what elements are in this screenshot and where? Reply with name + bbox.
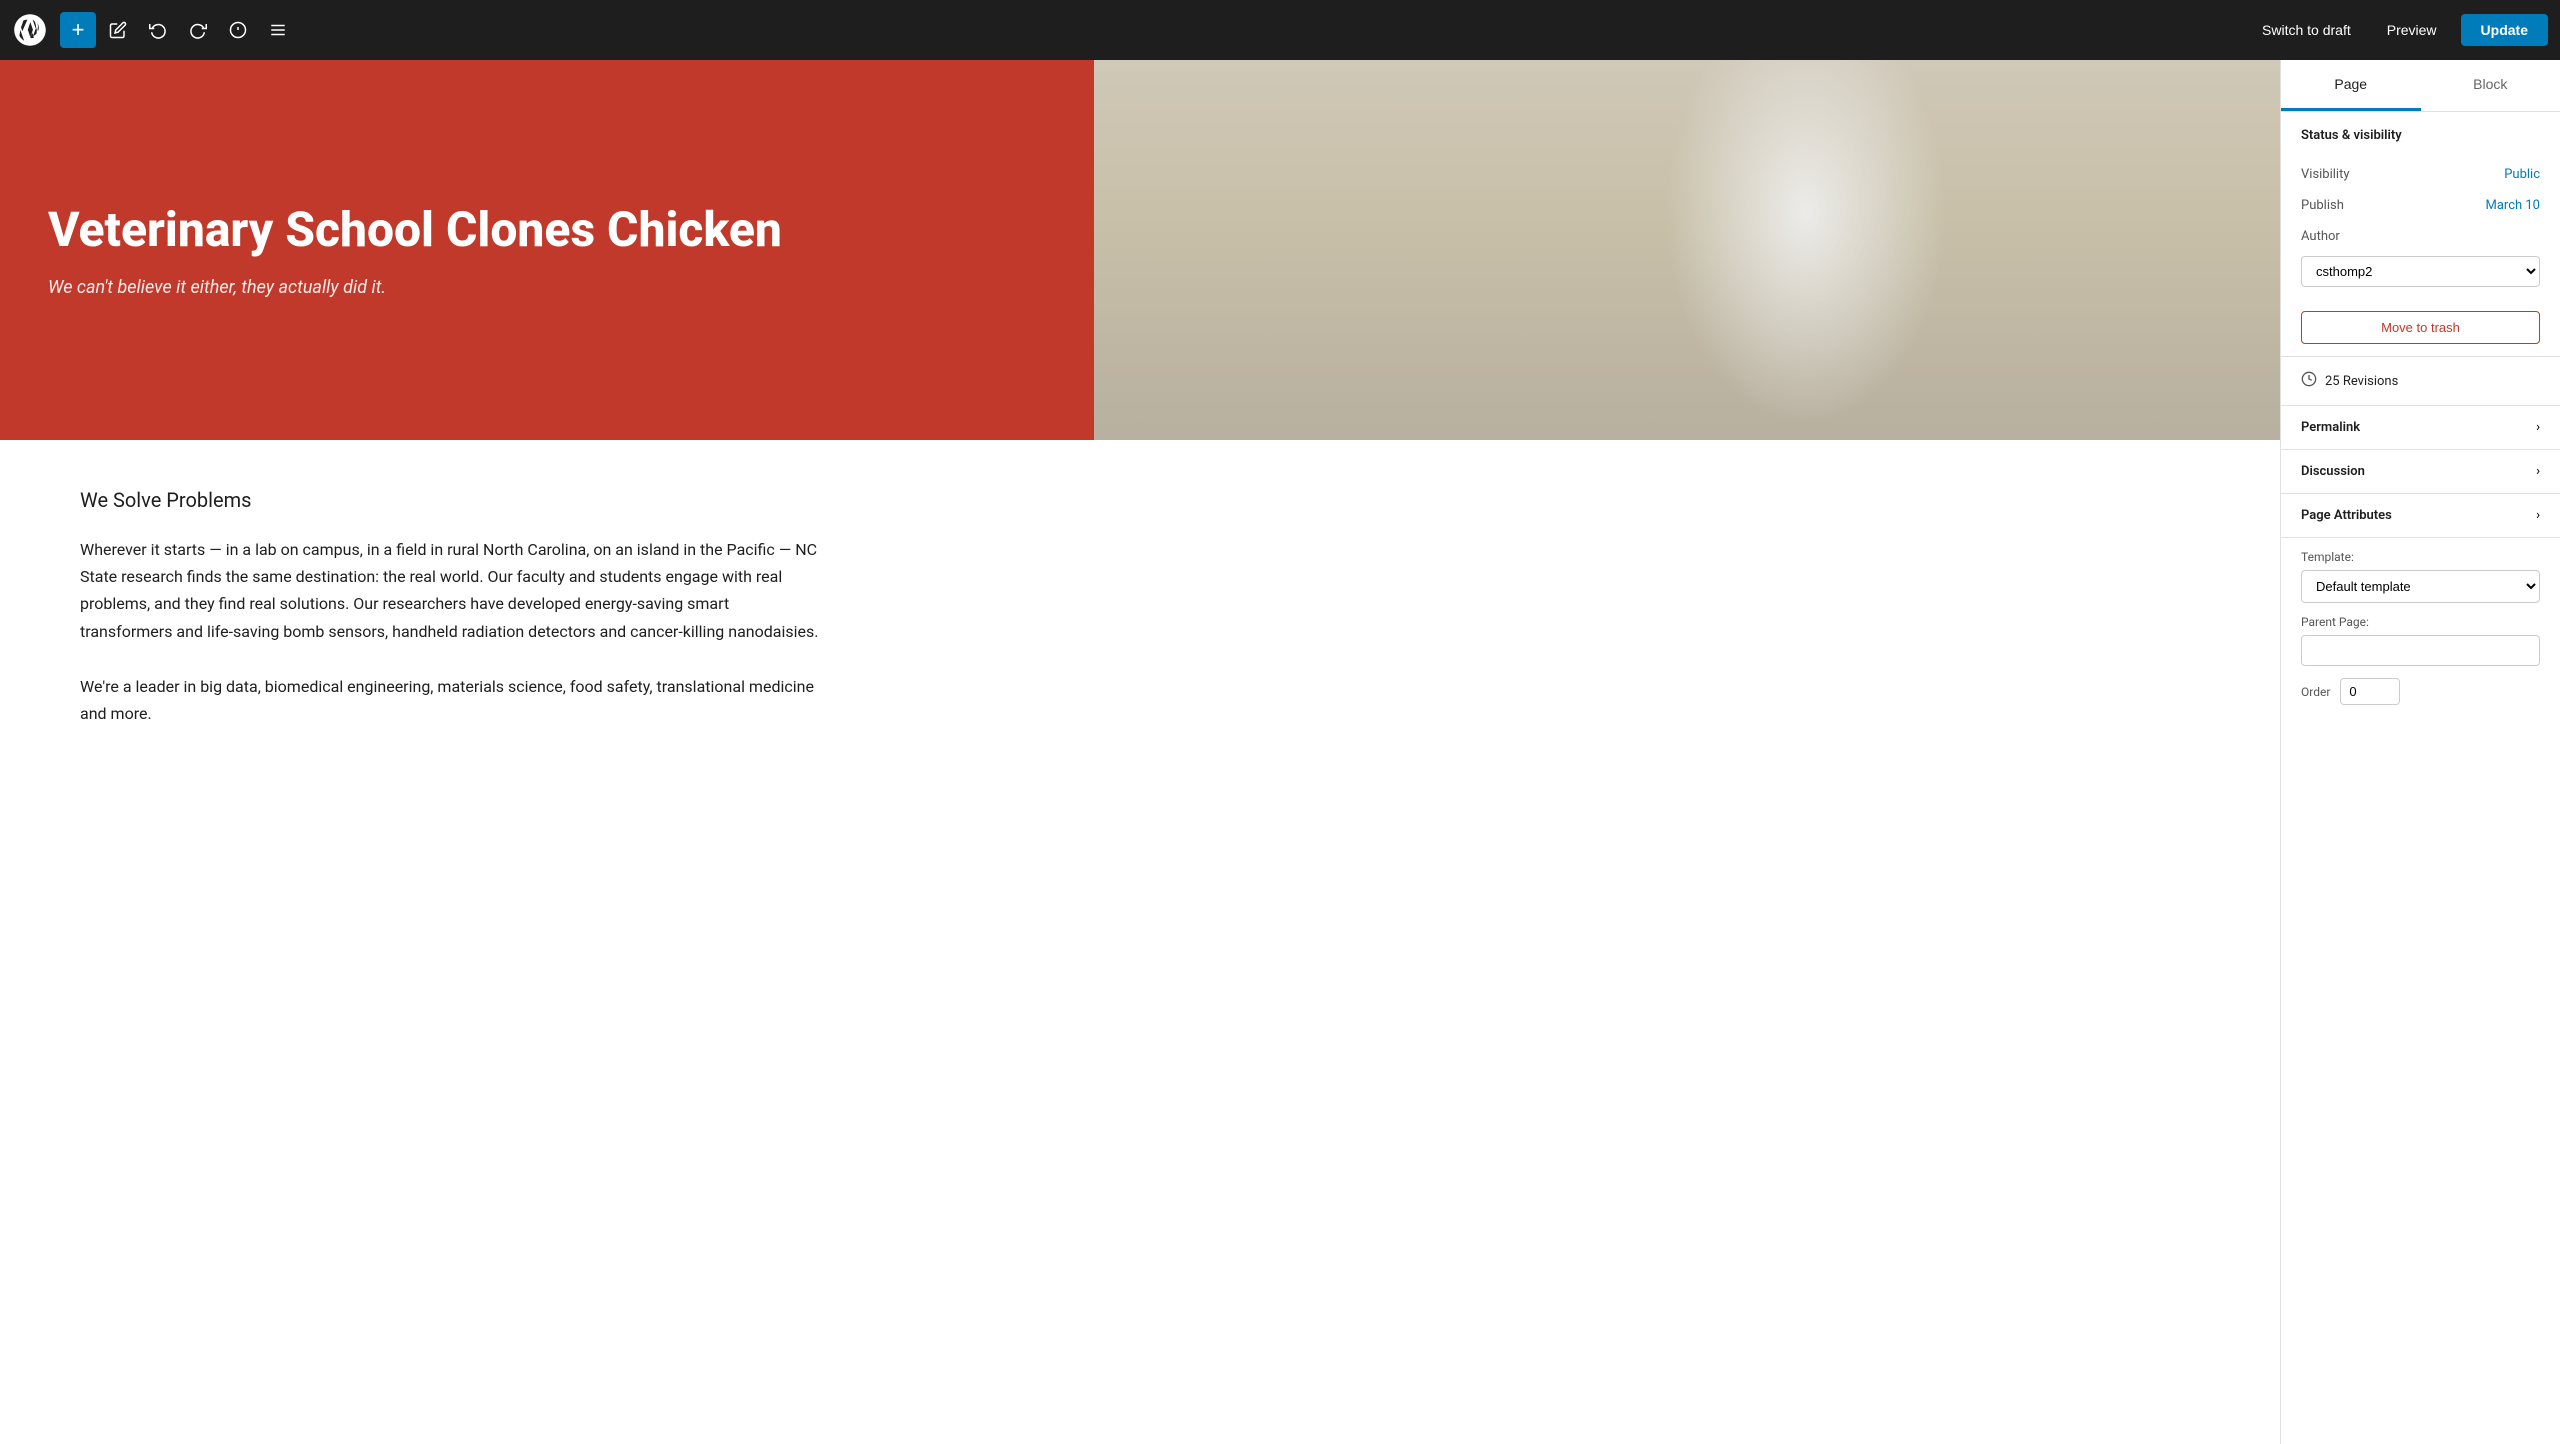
permalink-label: Permalink — [2301, 420, 2360, 435]
revisions-icon — [2301, 371, 2317, 391]
hero-subtitle: We can't believe it either, they actuall… — [48, 277, 1046, 298]
page-attributes-chevron: › — [2536, 508, 2540, 523]
revisions-label: 25 Revisions — [2325, 374, 2398, 389]
author-row: Author — [2281, 221, 2560, 252]
page-attributes-row[interactable]: Page Attributes › — [2281, 494, 2560, 538]
content-section-title: We Solve Problems — [80, 488, 820, 512]
order-row: Order — [2301, 678, 2540, 705]
template-select[interactable]: Default template — [2301, 570, 2540, 603]
tab-block[interactable]: Block — [2421, 60, 2560, 111]
publish-value[interactable]: March 10 — [2485, 198, 2540, 213]
hero-left-panel: Veterinary School Clones Chicken We can'… — [0, 60, 1094, 440]
add-block-button[interactable]: + — [60, 12, 96, 48]
content-body-paragraph2: We're a leader in big data, biomedical e… — [80, 673, 820, 727]
preview-button[interactable]: Preview — [2375, 16, 2449, 44]
discussion-chevron: › — [2536, 464, 2540, 479]
toolbar: + Switch to draft — [0, 0, 2560, 60]
status-visibility-section: Status & visibility Visibility Public Pu… — [2281, 112, 2560, 357]
toolbar-right: Switch to draft Preview Update — [2250, 14, 2548, 46]
vet-figure-overlay — [1094, 60, 2280, 440]
publish-row: Publish March 10 — [2281, 190, 2560, 221]
parent-page-label: Parent Page: — [2301, 615, 2540, 629]
revisions-row[interactable]: 25 Revisions — [2281, 357, 2560, 406]
author-label: Author — [2301, 229, 2340, 244]
undo-button[interactable] — [140, 12, 176, 48]
wordpress-logo[interactable] — [12, 12, 48, 48]
content-body-paragraph1: Wherever it starts — in a lab on campus,… — [80, 536, 820, 645]
content-area: We Solve Problems Wherever it starts — i… — [0, 440, 900, 803]
hero-image — [1094, 60, 2280, 440]
hero-section: Veterinary School Clones Chicken We can'… — [0, 60, 2280, 440]
template-label: Template: — [2301, 550, 2540, 564]
author-select[interactable]: csthomp2 — [2301, 256, 2540, 287]
visibility-value[interactable]: Public — [2504, 167, 2540, 182]
editor-area: Veterinary School Clones Chicken We can'… — [0, 60, 2280, 1444]
move-to-trash-button[interactable]: Move to trash — [2301, 311, 2540, 344]
discussion-row[interactable]: Discussion › — [2281, 450, 2560, 494]
visibility-label: Visibility — [2301, 167, 2350, 182]
edit-mode-button[interactable] — [100, 12, 136, 48]
tab-page[interactable]: Page — [2281, 60, 2421, 111]
hero-right-panel — [1094, 60, 2280, 440]
permalink-chevron: › — [2536, 420, 2540, 435]
switch-to-draft-button[interactable]: Switch to draft — [2250, 16, 2363, 44]
publish-label: Publish — [2301, 198, 2344, 213]
details-button[interactable] — [220, 12, 256, 48]
main-layout: Veterinary School Clones Chicken We can'… — [0, 60, 2560, 1444]
template-section: Template: Default template Parent Page: … — [2281, 538, 2560, 717]
order-input[interactable] — [2340, 678, 2400, 705]
block-navigation-button[interactable] — [260, 12, 296, 48]
page-attributes-label: Page Attributes — [2301, 508, 2392, 523]
sidebar-panel: Page Block Status & visibility Visibilit… — [2280, 60, 2560, 1444]
parent-page-input[interactable] — [2301, 635, 2540, 666]
sidebar-tabs: Page Block — [2281, 60, 2560, 112]
order-label: Order — [2301, 685, 2330, 699]
permalink-row[interactable]: Permalink › — [2281, 406, 2560, 450]
update-button[interactable]: Update — [2461, 14, 2548, 46]
hero-title: Veterinary School Clones Chicken — [48, 202, 1046, 257]
status-visibility-header[interactable]: Status & visibility — [2281, 112, 2560, 159]
discussion-label: Discussion — [2301, 464, 2365, 479]
redo-button[interactable] — [180, 12, 216, 48]
visibility-row: Visibility Public — [2281, 159, 2560, 190]
